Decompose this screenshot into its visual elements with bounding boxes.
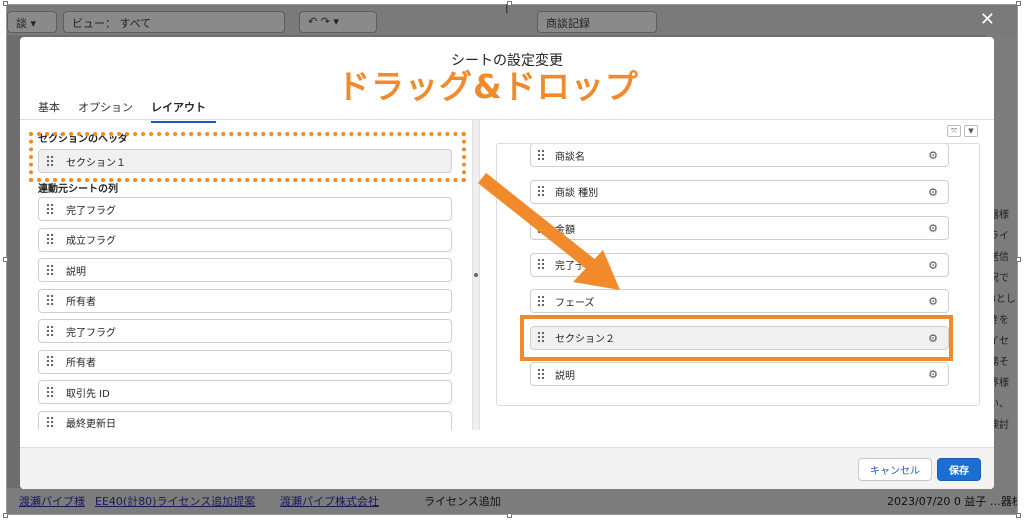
source-column-item[interactable]: 所有者 xyxy=(38,349,452,374)
resize-handle[interactable] xyxy=(1016,1,1021,6)
source-column-item[interactable]: 説明 xyxy=(38,258,452,282)
field-label: 説明 xyxy=(555,370,575,382)
field-label: 説明 xyxy=(66,266,86,278)
field-label: 商談名 xyxy=(555,151,585,163)
resize-handle[interactable] xyxy=(3,257,8,262)
background-toolbar: 談 ▾ ビュー： すべて ↶ ↷ ▾ 商談記録 xyxy=(7,5,1017,35)
field-label: 所有者 xyxy=(66,358,96,369)
source-column-item[interactable]: 所有者 xyxy=(38,288,452,313)
background-text-license: ライセンス追加 xyxy=(424,495,501,508)
source-columns-label: 連動元シートの列 xyxy=(38,184,118,195)
drag-handle-icon[interactable] xyxy=(46,324,54,338)
source-column-item[interactable]: 取引先 ID xyxy=(38,380,452,404)
resize-handle[interactable] xyxy=(507,1,512,6)
source-column-item[interactable]: 完了フラグ xyxy=(38,197,452,221)
drag-handle-icon[interactable] xyxy=(537,148,545,162)
drag-handle-icon[interactable] xyxy=(46,355,54,368)
field-label: 最終更新日 xyxy=(66,419,116,430)
background-view-label: ビュー： すべて xyxy=(72,17,152,30)
layout-column-item[interactable]: 商談名 ⚙ xyxy=(530,144,949,167)
drag-handle-icon[interactable] xyxy=(46,416,54,429)
drag-drop-annotation: ドラッグ&ドロップ xyxy=(337,67,639,106)
resize-handle[interactable] xyxy=(507,513,512,518)
drag-handle-icon[interactable] xyxy=(46,233,54,246)
save-button[interactable]: 保存 xyxy=(937,458,981,481)
background-search-pill: 商談記録 xyxy=(537,11,657,33)
source-column-item[interactable]: 成立フラグ xyxy=(38,227,452,252)
gear-icon[interactable]: ⚙ xyxy=(928,149,938,162)
resize-handle[interactable] xyxy=(1016,257,1021,262)
cancel-button[interactable]: キャンセル xyxy=(858,458,932,481)
drag-handle-icon[interactable] xyxy=(46,202,54,216)
resize-handle[interactable] xyxy=(1016,513,1021,518)
background-undo-redo: ↶ ↷ ▾ xyxy=(299,11,377,33)
close-icon[interactable]: ✕ xyxy=(980,9,995,30)
resize-handle[interactable] xyxy=(3,513,8,518)
background-bottom-row: 渡瀬パイプ様 EE40(計80)ライセンス追加提案 渡瀬パイプ株式会社 ライセン… xyxy=(7,488,1017,514)
drag-handle-icon[interactable] xyxy=(46,385,54,399)
background-text-date: 2023/07/20 0 益子 …器様 xyxy=(887,495,1018,508)
gear-icon[interactable]: ⚙ xyxy=(928,259,938,272)
resize-handle[interactable] xyxy=(3,1,8,6)
layout-column-item[interactable]: 説明 ⚙ xyxy=(530,362,949,386)
drag-handle-icon[interactable] xyxy=(46,294,54,307)
field-label: 完了フラグ xyxy=(66,327,116,339)
gear-icon[interactable]: ⚙ xyxy=(928,368,938,381)
background-link-customer: 渡瀬パイプ様 xyxy=(19,495,85,508)
background-link-company: 渡瀬パイプ株式会社 xyxy=(280,495,379,508)
drag-arrow-icon xyxy=(477,172,620,290)
background-view-select: ビュー： すべて xyxy=(63,11,285,33)
gear-icon[interactable]: ⚙ xyxy=(928,186,938,199)
field-label: 完了フラグ xyxy=(66,205,116,217)
source-column-item[interactable]: 最終更新日 xyxy=(38,410,452,430)
source-highlight-box xyxy=(29,132,466,182)
background-link-deal: EE40(計80)ライセンス追加提案 xyxy=(95,495,256,508)
field-label: 成立フラグ xyxy=(66,236,116,247)
background-search-label: 商談記録 xyxy=(546,17,590,30)
field-label: 取引先 ID xyxy=(66,388,110,400)
drag-handle-icon[interactable] xyxy=(46,263,54,277)
background-filter-pill: 談 ▾ xyxy=(7,11,57,33)
background-label: 談 xyxy=(16,17,27,30)
gear-icon[interactable]: ⚙ xyxy=(928,295,938,308)
field-label: 所有者 xyxy=(66,297,96,308)
drag-handle-icon[interactable] xyxy=(537,367,545,381)
chevron-down-icon[interactable]: ▼ xyxy=(964,125,978,137)
target-highlight-box xyxy=(520,315,953,361)
modal-footer: キャンセル 保存 xyxy=(20,447,994,489)
expand-icon[interactable]: ⤧ xyxy=(947,125,961,137)
gear-icon[interactable]: ⚙ xyxy=(928,222,938,235)
source-column-item[interactable]: 完了フラグ xyxy=(38,319,452,343)
layout-controls: ⤧ ▼ xyxy=(947,125,978,137)
